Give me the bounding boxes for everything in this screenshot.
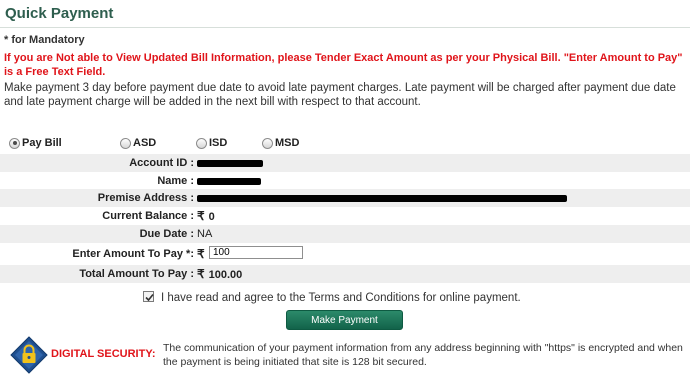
page-title: Quick Payment — [5, 5, 114, 22]
total-amount-label: Total Amount To Pay : — [79, 268, 194, 280]
name-row: Name : — [0, 172, 690, 190]
name-label: Name : — [157, 175, 194, 187]
current-balance-row: Current Balance : ₹0 — [0, 207, 690, 225]
radio-label-isd: ISD — [209, 137, 228, 149]
payment-type-group: Pay Bill ASD ISD MSD — [0, 137, 690, 153]
premise-address-value-redacted — [197, 189, 567, 207]
digital-security-text: The communication of your payment inform… — [163, 342, 683, 368]
due-date-row: Due Date : NA — [0, 225, 690, 243]
terms-row: I have read and agree to the Terms and C… — [0, 289, 690, 307]
amount-to-pay-label: Enter Amount To Pay *: — [72, 248, 194, 260]
due-date-value: NA — [197, 228, 213, 240]
lock-shield-icon — [10, 336, 48, 374]
checkmark-icon — [145, 293, 154, 302]
premise-address-label: Premise Address : — [97, 192, 194, 204]
account-id-label: Account ID : — [129, 157, 194, 169]
radio-label-msd: MSD — [275, 137, 300, 149]
radio-button[interactable] — [120, 137, 131, 149]
account-id-value-redacted — [197, 154, 263, 172]
digital-security-label: DIGITAL SECURITY: — [51, 348, 156, 360]
radio-msd[interactable]: MSD — [262, 137, 299, 149]
current-balance-label: Current Balance : — [102, 210, 194, 222]
amount-to-pay-input[interactable] — [209, 246, 303, 259]
terms-checkbox[interactable] — [143, 291, 154, 302]
premise-address-row: Premise Address : — [0, 189, 690, 207]
title-divider — [0, 27, 690, 28]
radio-button-checked[interactable] — [9, 137, 20, 149]
name-value-redacted — [197, 172, 261, 190]
terms-text: I have read and agree to the Terms and C… — [161, 292, 521, 304]
radio-button[interactable] — [196, 137, 207, 149]
radio-pay-bill[interactable]: Pay Bill — [9, 137, 62, 149]
radio-isd[interactable]: ISD — [196, 137, 227, 149]
radio-asd[interactable]: ASD — [120, 137, 156, 149]
radio-button[interactable] — [262, 137, 273, 149]
make-payment-button[interactable]: Make Payment — [286, 310, 403, 330]
amount-to-pay-row: Enter Amount To Pay *: ₹ — [0, 245, 690, 263]
warning-message: If you are Not able to View Updated Bill… — [4, 52, 683, 78]
rupee-symbol: ₹ — [197, 247, 205, 261]
due-date-label: Due Date : — [139, 228, 194, 240]
radio-label-pay-bill: Pay Bill — [22, 137, 62, 149]
payment-info-text: Make payment 3 day before payment due da… — [4, 82, 676, 108]
rupee-symbol: ₹ — [197, 209, 205, 223]
current-balance-value: ₹0 — [197, 209, 215, 223]
total-amount-value: ₹100.00 — [197, 267, 243, 281]
radio-label-asd: ASD — [133, 137, 157, 149]
mandatory-note: * for Mandatory — [4, 34, 85, 46]
total-amount-row: Total Amount To Pay : ₹100.00 — [0, 265, 690, 283]
account-id-row: Account ID : — [0, 154, 690, 172]
